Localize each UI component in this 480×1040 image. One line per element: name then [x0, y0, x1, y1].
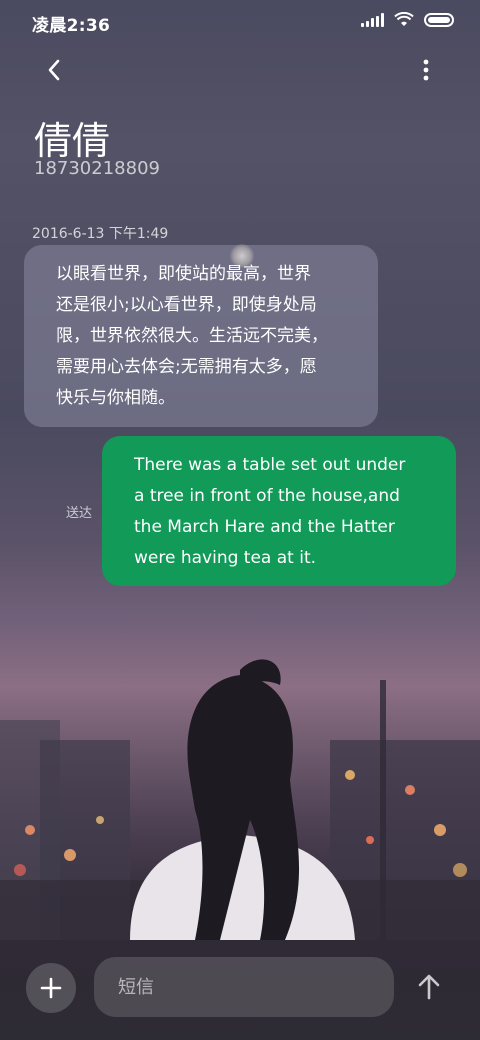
plus-icon [40, 977, 62, 999]
more-vertical-icon [423, 59, 429, 81]
battery-icon [424, 13, 454, 27]
send-button[interactable] [408, 966, 450, 1008]
delivery-status: 送达 [66, 506, 93, 521]
battery-level [428, 17, 450, 23]
incoming-message-text: 以眼看世界，即使站的最高，世界 还是很小;以心看世界，即使身处局 限，世界依然很… [56, 264, 328, 408]
arrow-up-icon [418, 974, 440, 1000]
contact-name: 倩倩 [34, 119, 111, 163]
status-time: 凌晨2:36 [32, 16, 111, 36]
status-bar: 凌晨2:36 [0, 0, 480, 44]
outgoing-message-text: There was a table set out under a tree i… [134, 455, 406, 568]
contact-number: 18730218809 [34, 158, 160, 179]
status-icons [361, 12, 454, 28]
back-button[interactable] [36, 52, 72, 88]
city-skyline [0, 680, 480, 940]
sms-input[interactable] [94, 957, 394, 1017]
message-timestamp: 2016-6-13 下午1:49 [32, 226, 169, 242]
chevron-left-icon [48, 59, 60, 81]
incoming-message-bubble[interactable]: 以眼看世界，即使站的最高，世界 还是很小;以心看世界，即使身处局 限，世界依然很… [24, 245, 378, 427]
more-options-button[interactable] [408, 52, 444, 88]
girl-silhouette [130, 659, 355, 940]
wifi-icon [394, 12, 414, 26]
add-attachment-button[interactable] [26, 963, 76, 1013]
outgoing-message-bubble[interactable]: There was a table set out under a tree i… [102, 436, 456, 586]
signal-icon [361, 13, 384, 27]
